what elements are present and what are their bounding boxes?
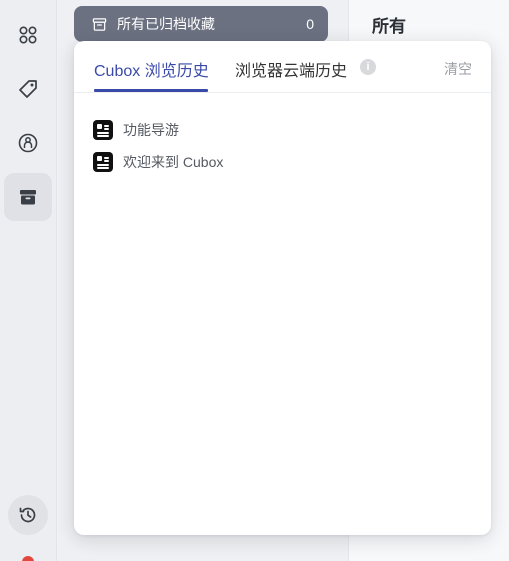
archive-icon — [20, 190, 36, 205]
doc-icon — [93, 152, 113, 172]
active-tab-indicator — [94, 89, 208, 92]
archive-collection-header[interactable]: 所有已归档收藏 0 — [74, 6, 328, 42]
history-item[interactable]: 欢迎来到 Cubox — [93, 146, 223, 178]
history-popover: Cubox 浏览历史 浏览器云端历史 i 清空 功能导游 欢迎来到 Cubox — [74, 41, 491, 535]
rail-tags-button[interactable] — [4, 65, 52, 113]
rail-all-button[interactable] — [4, 11, 52, 59]
history-button[interactable] — [8, 495, 48, 535]
history-item-title: 欢迎来到 Cubox — [123, 154, 224, 170]
grid-icon — [19, 26, 37, 44]
history-item-title: 功能导游 — [123, 122, 179, 138]
history-icon — [19, 507, 36, 523]
tag-icon — [19, 80, 37, 98]
content-title: 所有 — [372, 17, 406, 36]
rail-archive-button[interactable] — [4, 173, 52, 221]
tab-browser-cloud-history[interactable]: 浏览器云端历史 — [235, 57, 347, 81]
info-icon[interactable]: i — [360, 59, 376, 75]
history-tabs: Cubox 浏览历史 浏览器云端历史 i 清空 — [74, 41, 491, 93]
rail-profile-button[interactable] — [4, 119, 52, 167]
status-dot — [22, 556, 34, 561]
archive-collection-count: 0 — [306, 16, 314, 32]
history-item[interactable]: 功能导游 — [93, 114, 223, 146]
doc-icon — [93, 120, 113, 140]
person-icon — [18, 133, 38, 153]
left-rail — [0, 0, 57, 561]
archive-collection-label: 所有已归档收藏 — [117, 16, 215, 32]
clear-history-button[interactable]: 清空 — [444, 59, 472, 79]
archive-outline-icon — [92, 17, 107, 31]
tab-cubox-history[interactable]: Cubox 浏览历史 — [94, 57, 209, 81]
history-list: 功能导游 欢迎来到 Cubox — [93, 114, 223, 178]
